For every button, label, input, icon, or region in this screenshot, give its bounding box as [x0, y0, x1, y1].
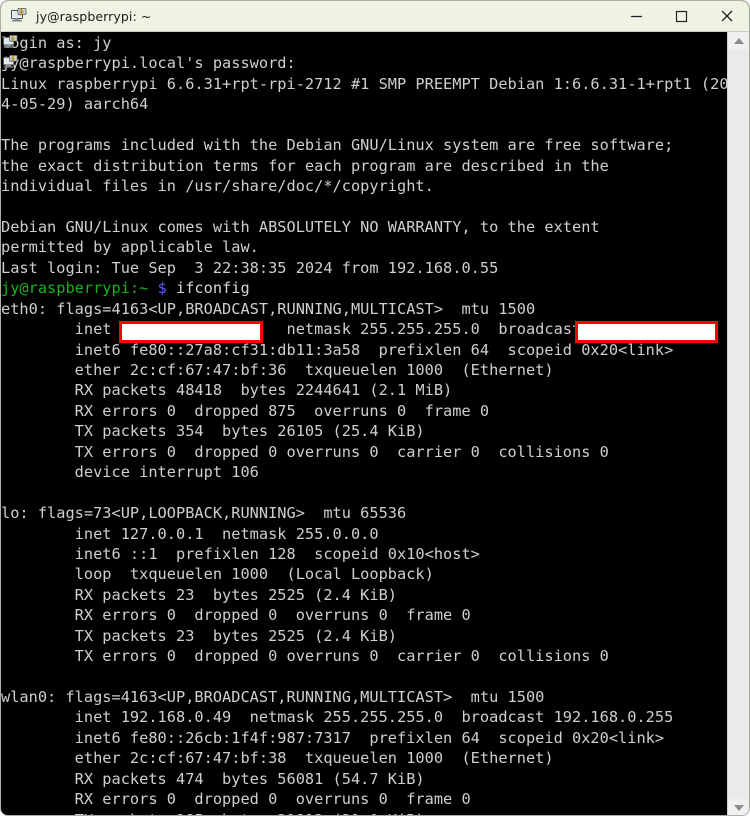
terminal-line: ether 2c:cf:67:47:bf:38 txqueuelen 1000 … — [1, 749, 554, 768]
terminal-line: RX errors 0 dropped 0 overruns 0 frame 0 — [1, 606, 471, 625]
terminal-line: individual files in /usr/share/doc/*/cop… — [1, 177, 434, 196]
terminal-output: login as: jy jy@raspberrypi.local's passw… — [1, 33, 729, 815]
window-title: jy@raspberrypi: ~ — [36, 8, 152, 24]
scrollbar-thumb[interactable] — [728, 50, 749, 790]
terminal-line: RX packets 48418 bytes 2244641 (2.1 MiB) — [1, 381, 453, 400]
terminal-line: TX errors 0 dropped 0 overruns 0 carrier… — [1, 442, 609, 461]
terminal-line: inet netmask 255.255.255.0 broadcast — [1, 319, 729, 344]
terminal-line: jy@raspberrypi.local's password: — [1, 54, 296, 73]
minimize-button[interactable] — [614, 1, 659, 32]
terminal-line: TX errors 0 dropped 0 overruns 0 carrier… — [1, 647, 609, 666]
terminal-line: login as: jy — [1, 34, 112, 52]
window-controls — [614, 1, 749, 32]
putty-icon — [2, 34, 19, 51]
terminal-line: inet 127.0.0.1 netmask 255.0.0.0 — [1, 524, 379, 543]
shell-prompt-userhost: jy@raspberrypi:~ — [1, 279, 149, 298]
shell-prompt-symbol: $ — [157, 279, 167, 298]
terminal-line: ether 2c:cf:67:47:bf:36 txqueuelen 1000 … — [1, 361, 554, 379]
terminal-line: RX errors 0 dropped 875 overruns 0 frame… — [1, 401, 490, 420]
scrollbar-track[interactable] — [728, 50, 749, 799]
terminal-line: TX packets 23 bytes 2525 (2.4 KiB) — [1, 626, 398, 645]
terminal-prompt-line: jy@raspberrypi:~ $ ifconfig — [1, 278, 729, 298]
terminal-line: wlan0: flags=4163<UP,BROADCAST,RUNNING,M… — [1, 688, 545, 706]
terminal-line: Linux raspberrypi 6.6.31+rpt-rpi-2712 #1… — [1, 74, 729, 93]
terminal-line: permitted by applicable law. — [1, 238, 259, 257]
title-bar[interactable]: jy@raspberrypi: ~ — [1, 1, 749, 32]
terminal-scrollbar[interactable] — [727, 32, 749, 815]
terminal-line: Debian GNU/Linux comes with ABSOLUTELY N… — [1, 217, 600, 236]
terminal-line: RX packets 23 bytes 2525 (2.4 KiB) — [1, 585, 398, 604]
terminal-line: RX errors 0 dropped 0 overruns 0 frame 0 — [1, 790, 471, 809]
terminal-line: 4-05-29) aarch64 — [1, 95, 149, 114]
putty-window: jy@raspberrypi: ~ login as: jy jy@raspber… — [0, 0, 750, 816]
terminal-screen[interactable]: login as: jy jy@raspberrypi.local's passw… — [1, 32, 729, 815]
terminal-line: lo: flags=73<UP,LOOPBACK,RUNNING> mtu 65… — [1, 504, 407, 523]
scroll-up-arrow-icon[interactable] — [728, 32, 749, 50]
terminal-line: TX packets 354 bytes 26105 (25.4 KiB) — [1, 422, 425, 441]
terminal-line: device interrupt 106 — [1, 463, 259, 482]
putty-icon — [2, 54, 19, 71]
terminal-line: RX packets 474 bytes 56081 (54.7 KiB) — [1, 769, 425, 788]
terminal-line: The programs included with the Debian GN… — [1, 136, 674, 155]
terminal-line: the exact distribution terms for each pr… — [1, 156, 609, 175]
terminal-line: eth0: flags=4163<UP,BROADCAST,RUNNING,MU… — [1, 299, 536, 318]
terminal-line: inet6 fe80::26cb:1f4f:987:7317 prefixlen… — [1, 728, 665, 747]
putty-icon — [10, 7, 28, 25]
terminal-line: loop txqueuelen 1000 (Local Loopback) — [1, 565, 434, 584]
terminal-line: inet6 ::1 prefixlen 128 scopeid 0x10<hos… — [1, 544, 480, 563]
scroll-down-arrow-icon[interactable] — [728, 799, 749, 815]
terminal-line: inet6 fe80::27a8:cf31:db11:3a58 prefixle… — [1, 340, 674, 359]
shell-command: ifconfig — [176, 279, 250, 298]
terminal-line: Last login: Tue Sep 3 22:38:35 2024 from… — [1, 258, 499, 277]
close-button[interactable] — [704, 1, 749, 32]
maximize-button[interactable] — [659, 1, 704, 32]
terminal-line: inet 192.168.0.49 netmask 255.255.255.0 … — [1, 708, 674, 727]
terminal-line: TX packets 185 bytes 31813 (31.0 KiB) — [1, 810, 729, 815]
